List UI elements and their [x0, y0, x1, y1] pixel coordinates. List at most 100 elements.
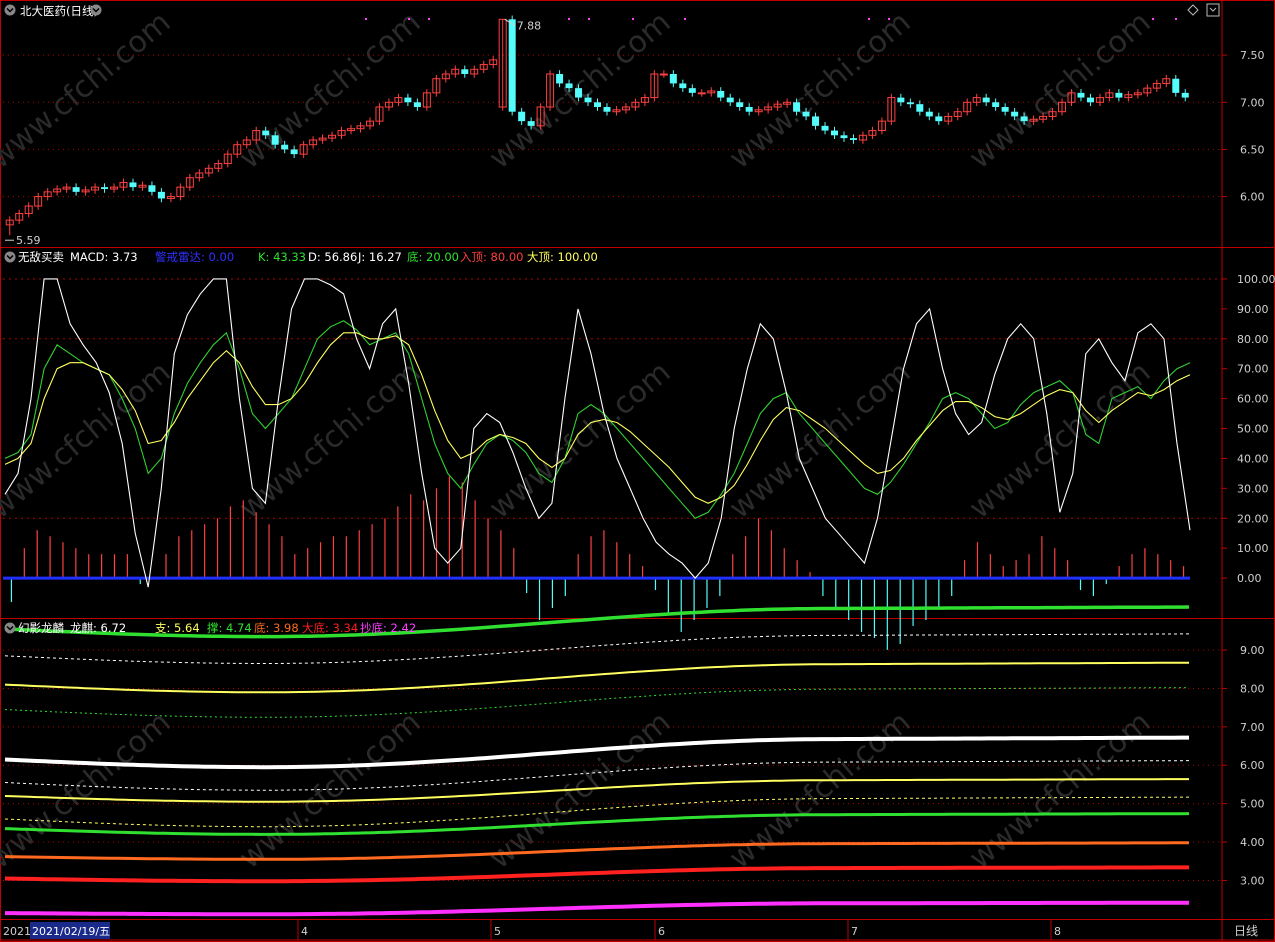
month-label: 5	[494, 925, 501, 938]
candle-body	[281, 144, 289, 150]
y-tick-label: 10.00	[1237, 542, 1269, 555]
panel2-label: 入顶: 80.00	[460, 250, 523, 264]
panel3-title: 幻影龙麟	[18, 621, 64, 635]
panel3-label: 支: 5.64	[155, 621, 200, 635]
signal-dot	[1175, 18, 1177, 20]
candle-body	[404, 97, 412, 103]
candle-body	[1011, 111, 1019, 117]
panel1-header: 北大医药(日线)	[4, 3, 1220, 18]
panel3-label: 抄底: 2.42	[360, 621, 416, 635]
watermark-text: www.cfchi.com	[233, 5, 428, 176]
y-tick-label: 3.00	[1240, 874, 1265, 887]
y-tick-label: 20.00	[1237, 512, 1269, 525]
line-大底	[4, 865, 1189, 884]
candle-body	[527, 121, 535, 126]
y-tick-label: 6.50	[1240, 143, 1265, 156]
candle-body	[982, 97, 990, 103]
candle-body	[72, 187, 80, 192]
signal-dot	[1152, 18, 1154, 20]
candle-body	[793, 102, 801, 112]
y-tick-label: 7.50	[1240, 49, 1265, 62]
signal-dot	[428, 18, 430, 20]
date-cursor-label: 2021/02/19/五	[32, 925, 110, 938]
candle-body	[925, 111, 933, 117]
candle-body	[603, 107, 611, 112]
signal-dot	[632, 18, 634, 20]
watermark-text: www.cfchi.com	[963, 5, 1158, 176]
candle-body	[659, 73, 668, 76]
candle-body	[157, 191, 165, 199]
indicator-panel-wudi[interactable]: 100.00 90.00 80.00 70.00 60.00 50.00 40.00 30.0…	[3, 250, 1275, 650]
candle-body	[1001, 107, 1009, 112]
candle-body	[669, 74, 677, 84]
candle-body	[726, 97, 734, 103]
candle-body	[688, 88, 696, 93]
y-tick-label: 100.00	[1237, 273, 1275, 286]
y-tick-label: 5.00	[1240, 798, 1265, 811]
y-tick-label: 4.00	[1240, 836, 1265, 849]
period-tab[interactable]: 日线	[1234, 924, 1258, 938]
y-tick-label: 50.00	[1237, 423, 1269, 436]
upper-yellow-band	[4, 661, 1189, 694]
candle-body	[745, 107, 753, 112]
candle-body	[831, 130, 838, 136]
month-label: 7	[851, 925, 858, 938]
panel3-label: 撑: 4.74	[207, 621, 252, 635]
collapse-icon[interactable]	[4, 4, 16, 16]
window-maximize-icon[interactable]	[1206, 3, 1220, 17]
candle-body	[556, 74, 564, 84]
candle-body	[679, 83, 687, 89]
candle-body	[508, 19, 516, 112]
candle-body	[575, 88, 583, 98]
signal-dot	[588, 18, 590, 20]
candle-body	[812, 116, 820, 126]
candle-body	[1086, 97, 1094, 103]
y-tick-label: 7.00	[1240, 96, 1265, 109]
candle-body	[148, 185, 156, 192]
x-axis: 2021 2021/02/19/五 日线 4 5 6 7 8	[3, 919, 1258, 940]
candle-body	[697, 92, 706, 95]
collapse-icon[interactable]	[4, 251, 16, 263]
y-tick-label: 6.00	[1240, 759, 1265, 772]
panel2-label: K: 43.33	[258, 250, 306, 264]
y-tick-label: 9.00	[1240, 644, 1265, 657]
y-tick-label: 40.00	[1237, 452, 1269, 465]
y-tick-label: 30.00	[1237, 482, 1269, 495]
watermark-layer: www.cfchi.com www.cfchi.com www.cfchi.com w…	[0, 5, 1157, 876]
candle-body	[736, 102, 744, 107]
candle-body	[916, 104, 924, 112]
candle-body	[840, 135, 848, 139]
y-tick-label: 6.00	[1240, 191, 1265, 204]
candle-body	[1020, 116, 1028, 122]
upper-white-dashed	[4, 633, 1189, 664]
watermark-text: www.cfchi.com	[0, 5, 177, 176]
signal-dot	[568, 18, 570, 20]
panel2-header: 无敌买卖	[4, 250, 64, 264]
signal-dot	[888, 18, 890, 20]
candle-body	[461, 69, 469, 74]
watermark-text: www.cfchi.com	[0, 705, 177, 876]
stock-chart[interactable]: www.cfchi.com www.cfchi.com www.cfchi.com w…	[0, 0, 1275, 942]
candle-body	[1181, 92, 1189, 98]
candle-body	[802, 111, 810, 117]
signal-dot	[408, 18, 410, 20]
watermark-text: www.cfchi.com	[963, 705, 1158, 876]
panel3-label: 龙麒: 6.72	[70, 621, 126, 635]
x-start-label: 2021	[3, 925, 31, 938]
watermark-text: www.cfchi.com	[233, 355, 428, 526]
watermark-text: www.cfchi.com	[233, 705, 428, 876]
candle-body	[262, 130, 270, 136]
candle-body	[821, 125, 829, 131]
candle-body	[906, 102, 914, 105]
candle-body	[565, 83, 573, 89]
diamond-icon[interactable]	[1187, 4, 1199, 16]
dropdown-icon[interactable]	[90, 4, 102, 16]
panel3-label: 底: 3.98	[254, 621, 299, 635]
y-tick-label: 8.00	[1240, 682, 1265, 695]
candle-body	[992, 102, 1000, 107]
panel2-label: J: 16.27	[357, 250, 402, 264]
panel2-label: MACD: 3.73	[70, 250, 138, 264]
collapse-icon[interactable]	[4, 622, 16, 634]
signal-dot	[684, 18, 686, 20]
y-tick-label: 90.00	[1237, 303, 1269, 316]
